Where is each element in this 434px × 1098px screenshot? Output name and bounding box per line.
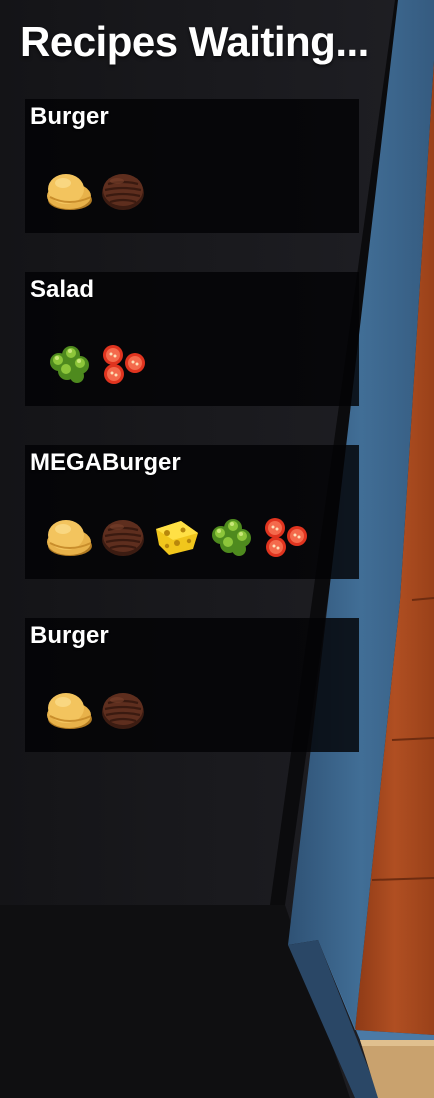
recipe-name: MEGABurger	[30, 449, 181, 476]
recipe-name: Salad	[30, 276, 95, 303]
lettuce-icon	[45, 340, 93, 386]
tomato-slices-icon	[99, 340, 147, 386]
lettuce-icon	[207, 513, 255, 559]
recipe-ingredients	[45, 513, 309, 559]
meat-patty-icon	[99, 513, 147, 559]
recipe-ingredients	[45, 686, 147, 732]
recipe-ingredients	[45, 167, 147, 213]
recipe-card-megaburger: MEGABurger	[25, 445, 359, 579]
recipe-card-burger: Burger	[25, 618, 359, 752]
cheese-slice-icon	[153, 513, 201, 559]
meat-patty-icon	[99, 686, 147, 732]
recipe-name: Burger	[30, 622, 109, 649]
recipe-card-salad: Salad	[25, 272, 359, 406]
recipes-waiting-title: Recipes Waiting...	[20, 18, 369, 65]
recipe-name: Burger	[30, 103, 109, 130]
recipe-card-burger: Burger	[25, 99, 359, 233]
bun-icon	[45, 167, 93, 213]
recipe-ingredients	[45, 340, 147, 386]
bun-icon	[45, 513, 93, 559]
bun-icon	[45, 686, 93, 732]
tomato-slices-icon	[261, 513, 309, 559]
meat-patty-icon	[99, 167, 147, 213]
